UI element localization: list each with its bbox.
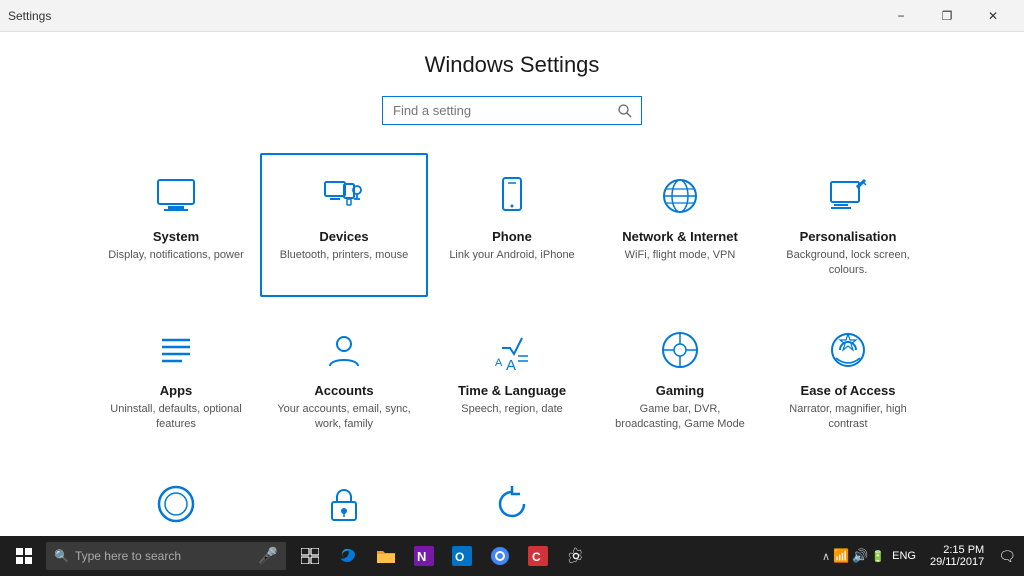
ease-name: Ease of Access <box>801 383 896 398</box>
taskbar-app-icons: N O C <box>292 536 594 576</box>
time-desc: Speech, region, date <box>461 402 563 417</box>
accounts-desc: Your accounts, email, sync, work, family <box>270 402 418 433</box>
privacy-icon <box>319 479 369 529</box>
windows-logo-icon <box>16 548 32 564</box>
page-title: Windows Settings <box>40 52 984 78</box>
ease-icon <box>823 325 873 375</box>
svg-text:C: C <box>532 550 541 564</box>
devices-name: Devices <box>319 229 368 244</box>
system-desc: Display, notifications, power <box>108 248 244 263</box>
minimize-button[interactable]: − <box>878 0 924 32</box>
file-explorer-button[interactable] <box>368 536 404 576</box>
outlook-button[interactable]: O <box>444 536 480 576</box>
svg-text:A: A <box>495 357 503 369</box>
setting-accounts[interactable]: Accounts Your accounts, email, sync, wor… <box>260 307 428 451</box>
outlook-icon: O <box>452 546 472 566</box>
phone-desc: Link your Android, iPhone <box>449 248 574 263</box>
lang-text: ENG <box>892 550 916 562</box>
chrome-button[interactable] <box>482 536 518 576</box>
start-button[interactable] <box>4 536 44 576</box>
close-button[interactable]: ✕ <box>970 0 1016 32</box>
system-icon <box>151 171 201 221</box>
network-desc: WiFi, flight mode, VPN <box>625 248 736 263</box>
notification-icon[interactable]: 🗨 <box>998 548 1016 565</box>
svg-text:O: O <box>455 550 464 564</box>
personalisation-desc: Background, lock screen, colours. <box>774 248 922 279</box>
network-tray-icon: 📶 <box>833 548 849 564</box>
taskbar-search-text: Type here to search <box>75 549 181 563</box>
gaming-icon <box>655 325 705 375</box>
phone-name: Phone <box>492 229 532 244</box>
personalisation-name: Personalisation <box>800 229 897 244</box>
taskbar: 🔍 Type here to search 🎤 <box>0 536 1024 576</box>
setting-devices[interactable]: Devices Bluetooth, printers, mouse <box>260 153 428 297</box>
accounts-icon <box>319 325 369 375</box>
setting-gaming[interactable]: Gaming Game bar, DVR, broadcasting, Game… <box>596 307 764 451</box>
setting-privacy[interactable]: Privacy Location, camera <box>260 461 428 536</box>
sys-tray-icons: ∧ 📶 🔊 🔋 ENG <box>822 548 920 564</box>
svg-text:N: N <box>417 549 426 564</box>
chrome-icon <box>490 546 510 566</box>
settings-grid: System Display, notifications, power Dev… <box>92 153 932 536</box>
taskbar-clock[interactable]: 2:15 PM 29/11/2017 <box>924 544 990 568</box>
onenote-icon: N <box>414 546 434 566</box>
time-icon: A A <box>487 325 537 375</box>
setting-time[interactable]: A A Time & Language Speech, region, date <box>428 307 596 451</box>
setting-system[interactable]: System Display, notifications, power <box>92 153 260 297</box>
task-view-icon <box>301 548 319 564</box>
setting-cortana[interactable]: Cortana Cortana language, permissions, n… <box>92 461 260 536</box>
cortana-icon <box>151 479 201 529</box>
task-view-button[interactable] <box>292 536 328 576</box>
devices-desc: Bluetooth, printers, mouse <box>280 248 408 263</box>
setting-update[interactable]: Update & Security Windows Update, recove… <box>428 461 596 536</box>
taskbar-right: ∧ 📶 🔊 🔋 ENG 2:15 PM 29/11/2017 🗨 <box>822 544 1020 568</box>
volume-icon: 🔊 <box>852 548 868 564</box>
search-input[interactable] <box>383 97 609 124</box>
devices-icon <box>319 171 369 221</box>
time-display: 2:15 PM <box>943 544 984 556</box>
apps-icon <box>151 325 201 375</box>
setting-network[interactable]: Network & Internet WiFi, flight mode, VP… <box>596 153 764 297</box>
gaming-name: Gaming <box>656 383 704 398</box>
taskbar-search-icon: 🔍 <box>54 549 69 563</box>
folder-icon <box>376 547 396 565</box>
settings-taskbar-button[interactable] <box>558 536 594 576</box>
redapp-button[interactable]: C <box>520 536 556 576</box>
taskbar-search[interactable]: 🔍 Type here to search 🎤 <box>46 542 286 570</box>
ease-desc: Narrator, magnifier, high contrast <box>774 402 922 433</box>
main-content: Windows Settings System Display, notific… <box>0 32 1024 536</box>
title-bar-controls: − ❐ ✕ <box>878 0 1016 32</box>
date-display: 29/11/2017 <box>930 556 984 568</box>
settings-gear-icon <box>566 546 586 566</box>
edge-icon <box>338 546 358 566</box>
setting-personalisation[interactable]: Personalisation Background, lock screen,… <box>764 153 932 297</box>
network-icon <box>655 171 705 221</box>
system-name: System <box>153 229 199 244</box>
setting-apps[interactable]: Apps Uninstall, defaults, optional featu… <box>92 307 260 451</box>
edge-button[interactable] <box>330 536 366 576</box>
search-bar <box>382 96 642 125</box>
apps-desc: Uninstall, defaults, optional features <box>102 402 250 433</box>
setting-phone[interactable]: Phone Link your Android, iPhone <box>428 153 596 297</box>
gaming-desc: Game bar, DVR, broadcasting, Game Mode <box>606 402 754 433</box>
network-name: Network & Internet <box>622 229 738 244</box>
maximize-button[interactable]: ❐ <box>924 0 970 32</box>
title-bar: Settings − ❐ ✕ <box>0 0 1024 32</box>
title-bar-title: Settings <box>8 9 51 23</box>
setting-ease[interactable]: Ease of Access Narrator, magnifier, high… <box>764 307 932 451</box>
phone-icon <box>487 171 537 221</box>
accounts-name: Accounts <box>314 383 373 398</box>
taskbar-mic-icon: 🎤 <box>258 546 278 566</box>
svg-text:A: A <box>506 357 516 372</box>
search-icon <box>618 104 632 118</box>
chevron-up-icon[interactable]: ∧ <box>822 550 830 563</box>
time-name: Time & Language <box>458 383 566 398</box>
apps-name: Apps <box>160 383 193 398</box>
search-button[interactable] <box>609 97 641 124</box>
battery-icon: 🔋 <box>871 550 885 563</box>
update-icon <box>487 479 537 529</box>
redapp-icon: C <box>528 546 548 566</box>
personalisation-icon <box>823 171 873 221</box>
onenote-button[interactable]: N <box>406 536 442 576</box>
